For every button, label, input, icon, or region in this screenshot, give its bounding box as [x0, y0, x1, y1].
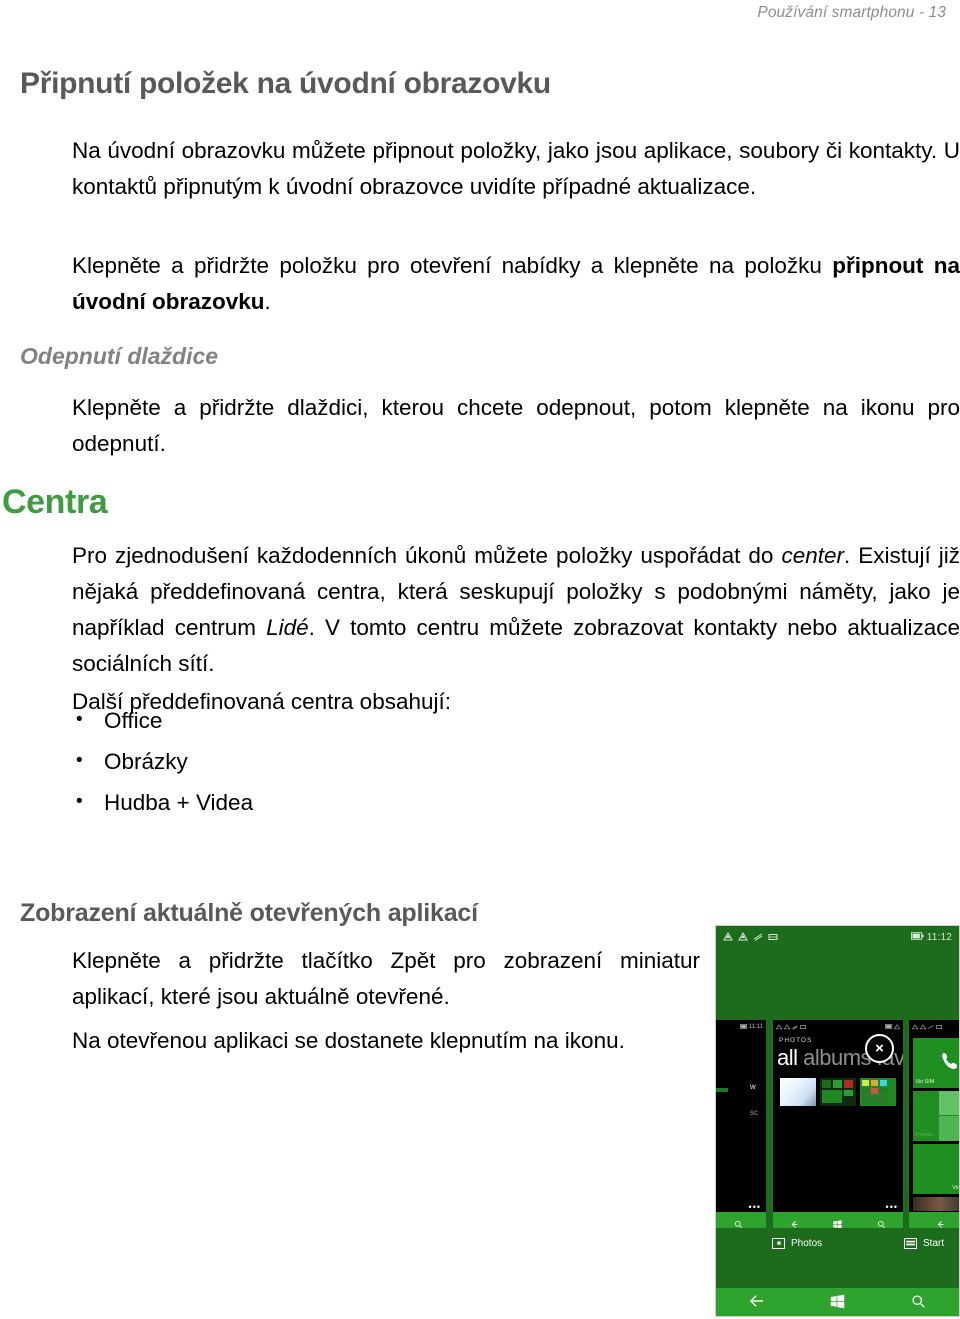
- windows-logo-icon[interactable]: [830, 1294, 846, 1310]
- back-arrow-icon[interactable]: [790, 1216, 799, 1228]
- photo-thumbnail-row: [780, 1078, 896, 1106]
- battery-icon: [885, 1023, 893, 1030]
- start-tile-label: No SIM: [916, 1079, 935, 1085]
- sim-icon: [768, 932, 778, 942]
- wifi-icon: [753, 932, 763, 942]
- app-card-partial[interactable]: 11:11 w sc •••: [716, 1020, 766, 1228]
- photos-icon: [772, 1238, 785, 1249]
- search-icon[interactable]: [911, 1294, 927, 1310]
- card-ellipsis-menu[interactable]: •••: [886, 1203, 898, 1212]
- battery-icon: [910, 932, 924, 942]
- signal-icon: [783, 1023, 791, 1030]
- card-nav-bar: [716, 1212, 766, 1228]
- paragraph-pin-howto-tail: .: [264, 288, 271, 314]
- signal-icon: [723, 931, 733, 942]
- phone-status-bar: 11:12: [716, 926, 959, 948]
- document-page: Používání smartphonu - 13 Připnutí polož…: [0, 0, 960, 1319]
- card-text-fragment: w: [750, 1082, 756, 1091]
- card-status-bar: [773, 1020, 903, 1033]
- start-tile-label: People: [916, 1132, 934, 1138]
- card-label-photos[interactable]: Photos: [772, 1238, 822, 1249]
- signal-icon: [738, 931, 748, 942]
- search-icon[interactable]: [877, 1216, 886, 1228]
- list-item: Office: [72, 699, 253, 741]
- signal-icon: [775, 1023, 783, 1030]
- status-bar-clock: 11:12: [926, 931, 952, 943]
- paragraph-unpin: Klepněte a přidržte dlaždici, kterou chc…: [72, 394, 960, 456]
- running-header: Používání smartphonu - 13: [757, 4, 946, 21]
- windows-logo-icon[interactable]: [833, 1216, 843, 1228]
- phone-nav-bar: [716, 1288, 959, 1316]
- card-ellipsis-menu[interactable]: •••: [749, 1203, 761, 1212]
- photo-thumbnail[interactable]: [780, 1078, 816, 1106]
- paragraph-pin-howto: Klepněte a přidržte položku pro otevření…: [72, 248, 960, 320]
- card-labels-row: Photos Start: [716, 1228, 959, 1290]
- sim-icon: [800, 1024, 806, 1030]
- hubs-italic-center: center: [781, 542, 844, 568]
- card-label-text: Photos: [791, 1238, 823, 1249]
- hubs-text-a: Pro zjednodušení každodenních úkonů může…: [72, 542, 782, 568]
- paragraph-pin-intro: Na úvodní obrazovku můžete připnout polo…: [72, 137, 960, 199]
- card-accent-bar: [716, 1088, 728, 1092]
- battery-icon: [739, 1023, 747, 1030]
- app-card-photos[interactable]: PHOTOS all albums favo: [773, 1020, 903, 1228]
- hubs-italic-lide: Lidé: [266, 614, 309, 640]
- card-status-right: 11:11: [739, 1023, 763, 1030]
- start-tile-label: Vice: [952, 1185, 960, 1191]
- list-item: Obrázky: [72, 740, 253, 782]
- phone-screenshot-figure: 11:12 11:11 w sc ••• PHOTOS all albums ×…: [715, 925, 960, 1317]
- start-tile-people[interactable]: People: [913, 1091, 959, 1141]
- close-icon[interactable]: ×: [865, 1034, 894, 1063]
- page-title: Připnutí položek na úvodní obrazovku: [20, 67, 551, 101]
- search-icon[interactable]: [734, 1216, 743, 1228]
- pivot-item[interactable]: albums: [803, 1045, 871, 1070]
- people-tile-photo: [939, 1116, 959, 1141]
- phone-icon: [939, 1050, 959, 1075]
- phone-empty-field: [716, 948, 959, 1020]
- signal-icon: [893, 1023, 901, 1030]
- wifi-icon: [928, 1024, 934, 1030]
- card-clock: 11:11: [748, 1023, 763, 1030]
- section-heading-open-apps: Zobrazení aktuálně otevřených aplikací: [20, 898, 478, 927]
- status-bar-right: 11:12: [910, 931, 952, 943]
- card-label-start[interactable]: Start: [904, 1238, 944, 1249]
- card-status-bar: [909, 1020, 959, 1033]
- start-tile-photo-partial[interactable]: [913, 1197, 959, 1211]
- paragraph-open-apps-2: Na otevřenou aplikaci se dostanete klepn…: [72, 1027, 625, 1053]
- people-tile-photo: [939, 1091, 959, 1115]
- subheading-unpin-tile: Odepnutí dlaždice: [20, 343, 219, 369]
- section-heading-hubs: Centra: [2, 483, 108, 522]
- sim-icon: [936, 1024, 942, 1030]
- start-tile-more[interactable]: Vice: [913, 1144, 960, 1194]
- task-switcher-cards: 11:11 w sc ••• PHOTOS all albums × ••• N…: [716, 1020, 959, 1228]
- card-text-fragment: sc: [750, 1108, 758, 1117]
- pivot-item-active[interactable]: all: [777, 1045, 798, 1070]
- paragraph-hubs-intro: Pro zjednodušení každodenních úkonů může…: [72, 538, 960, 682]
- status-bar-left-icons: [723, 931, 778, 942]
- photo-thumbnail[interactable]: [860, 1078, 896, 1106]
- card-status-right: [885, 1023, 901, 1030]
- back-arrow-icon[interactable]: [936, 1216, 945, 1228]
- hubs-bullet-list: Office Obrázky Hudba + Videa: [72, 699, 253, 823]
- signal-icon: [919, 1023, 927, 1030]
- card-nav-bar: [773, 1212, 903, 1228]
- app-kicker-label: PHOTOS: [779, 1037, 813, 1044]
- start-icon: [904, 1238, 917, 1249]
- paragraph-open-apps-1: Klepněte a přidržte tlačítko Zpět pro zo…: [72, 947, 700, 1009]
- card-label-text: Start: [923, 1238, 945, 1249]
- app-card-start-screen[interactable]: 1 No SIM People Vice: [909, 1020, 960, 1228]
- signal-icon: [911, 1023, 919, 1030]
- wifi-icon: [792, 1024, 798, 1030]
- card-status-bar: 11:11: [716, 1020, 766, 1033]
- list-item: Hudba + Videa: [72, 781, 253, 823]
- start-tile-phone[interactable]: 1 No SIM: [913, 1038, 959, 1088]
- back-arrow-icon[interactable]: [749, 1294, 765, 1310]
- paragraph-pin-howto-lead: Klepněte a přidržte položku pro otevření…: [72, 252, 833, 278]
- card-nav-bar: [909, 1212, 959, 1228]
- photo-thumbnail[interactable]: [820, 1078, 856, 1106]
